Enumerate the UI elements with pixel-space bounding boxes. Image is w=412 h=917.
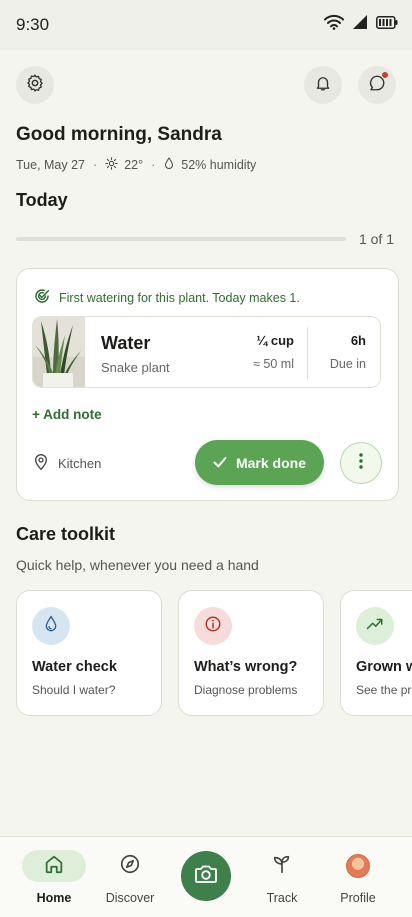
notifications-button[interactable]	[304, 66, 342, 104]
location-label: Kitchen	[58, 456, 102, 471]
status-time: 9:30	[16, 15, 50, 34]
watering-task[interactable]: Water Snake plant ¼ cup ≈ 50 ml 6h Due i…	[32, 316, 381, 388]
nav-discover[interactable]: Discover	[90, 837, 170, 917]
tool-subtitle: See the pr	[356, 683, 412, 697]
progress-label: 1 of 1	[358, 231, 394, 247]
compass-icon	[119, 853, 141, 880]
humidity-drop-icon	[163, 157, 181, 173]
settings-button[interactable]	[16, 66, 54, 104]
nav-active-pill	[22, 850, 86, 882]
nav-label: Home	[36, 891, 72, 905]
today-progress-bar	[16, 237, 346, 241]
battery-icon	[376, 15, 398, 34]
nav-label: Profile	[340, 891, 376, 905]
separator-dot: ·	[93, 158, 98, 172]
water-check-card[interactable]: Water check Should I water?	[16, 590, 162, 716]
toolkit-heading: Care toolkit	[16, 524, 116, 544]
sun-icon	[105, 157, 124, 173]
status-icons	[324, 14, 398, 35]
tool-icon-wrap	[194, 607, 232, 645]
camera-icon	[194, 864, 218, 889]
more-vertical-icon	[359, 452, 363, 474]
tool-subtitle: Should I water?	[32, 683, 116, 697]
due-label: Due in	[329, 357, 366, 371]
temperature-label: 22°	[124, 158, 144, 172]
humidity-label: 52% humidity	[181, 158, 257, 172]
trend-up-icon	[366, 617, 384, 636]
mark-done-label: Mark done	[235, 454, 306, 471]
nav-profile[interactable]: Profile	[318, 837, 398, 917]
cellular-signal-icon	[353, 15, 367, 34]
info-icon	[204, 615, 222, 638]
nav-label: Track	[266, 891, 298, 905]
water-amount-ml: ≈ 50 ml	[253, 357, 294, 371]
sprout-icon	[271, 853, 293, 880]
checkmark-icon	[213, 455, 236, 471]
avatar-icon	[346, 854, 370, 878]
weather-meta: Tue, May 27 · 22° · 52% humidity	[16, 157, 256, 173]
due-value: 6h	[350, 333, 366, 348]
task-card: First watering for this plant. Today mak…	[16, 268, 399, 501]
nav-icon-wrap	[250, 850, 314, 882]
water-amount: ¼ cup	[256, 333, 294, 348]
tool-title: What’s wrong?	[194, 659, 298, 675]
nav-track[interactable]: Track	[242, 837, 322, 917]
task-action: Water	[101, 333, 151, 353]
status-bar: 9:30	[0, 0, 412, 50]
task-plant-name: Snake plant	[101, 360, 170, 375]
nav-icon-wrap	[98, 850, 162, 882]
mark-done-button[interactable]: Mark done	[195, 440, 324, 485]
notification-dot	[381, 71, 389, 79]
separator-dot: ·	[151, 158, 156, 172]
chat-button[interactable]	[358, 66, 396, 104]
whats-wrong-card[interactable]: What’s wrong? Diagnose problems	[178, 590, 324, 716]
location-tag: Kitchen	[33, 453, 101, 474]
first-note-text: First watering for this plant. Today mak…	[59, 290, 300, 305]
toolkit-subheading: Quick help, whenever you need a hand	[16, 557, 259, 573]
nav-label: Discover	[105, 891, 155, 905]
tool-title: Water check	[32, 659, 117, 675]
location-pin-icon	[33, 453, 58, 474]
tool-icon-wrap	[356, 607, 394, 645]
wifi-icon	[324, 14, 344, 35]
water-drop-icon	[43, 614, 59, 638]
target-check-icon	[33, 287, 59, 308]
more-options-button[interactable]	[340, 442, 382, 484]
nav-icon-wrap	[326, 850, 390, 882]
snake-plant-photo	[33, 317, 85, 387]
tool-title: Grown w	[356, 659, 412, 675]
divider	[307, 327, 308, 379]
growth-card[interactable]: Grown w See the pr	[340, 590, 412, 716]
tool-icon-wrap	[32, 607, 70, 645]
first-watering-note: First watering for this plant. Today mak…	[33, 287, 300, 308]
bell-icon	[314, 74, 332, 97]
date-label: Tue, May 27	[16, 158, 86, 172]
greeting: Good morning, Sandra	[16, 124, 222, 145]
camera-button[interactable]	[181, 851, 231, 901]
home-icon	[43, 853, 65, 880]
add-note-button[interactable]: + Add note	[32, 407, 102, 422]
gear-icon	[25, 73, 45, 98]
tool-subtitle: Diagnose problems	[194, 683, 298, 697]
today-heading: Today	[16, 190, 68, 210]
nav-home[interactable]: Home	[14, 837, 94, 917]
